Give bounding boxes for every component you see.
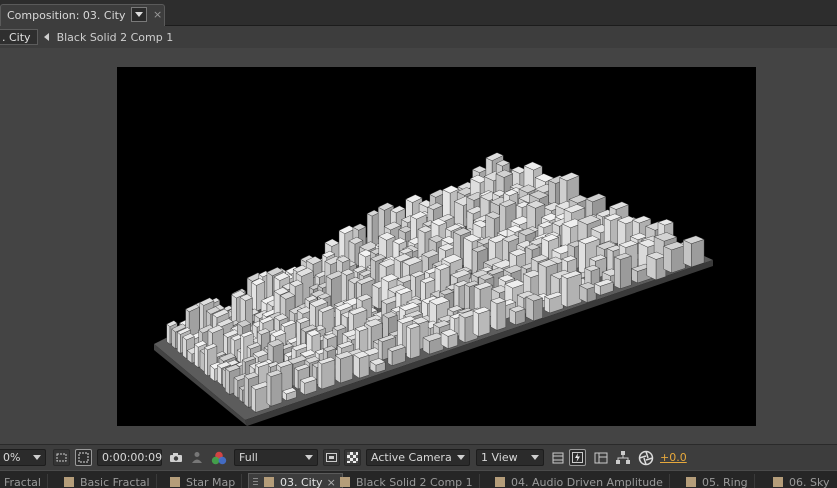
preview-region-icon	[326, 453, 337, 462]
composition-breadcrumb: . City Black Solid 2 Comp 1	[0, 26, 837, 48]
exposure-value[interactable]: +0.0	[660, 451, 687, 464]
comp-swatch-icon	[170, 477, 180, 487]
comp-tab-label: 04. Audio Driven Amplitude	[511, 475, 663, 488]
comp-tab-05-ring[interactable]: 05. Ring	[678, 474, 755, 488]
viewer-toolbar: 0% 0:00:00:09 Full Active Camera 1 View …	[0, 444, 837, 470]
checkerboard-icon	[347, 452, 358, 463]
comp-tab-label: 06. Sky	[789, 475, 830, 488]
comp-tab-label: Fractal	[4, 475, 41, 488]
comp-tab-label: Black Solid 2 Comp 1	[356, 475, 473, 488]
city-render-image	[154, 152, 713, 426]
comp-tab-label: 05. Ring	[702, 475, 748, 488]
comp-swatch-icon	[773, 477, 783, 487]
magnification-value: 0%	[3, 451, 21, 464]
fast-draft-button[interactable]	[569, 449, 586, 466]
composition-tabs-bar: Fractal Basic Fractal Star Map 03. City …	[0, 470, 837, 488]
panel-menu-button[interactable]	[131, 7, 147, 22]
breadcrumb-arrow-icon	[43, 33, 49, 41]
magnification-dropdown[interactable]: 0%	[0, 449, 46, 466]
camera-view-dropdown[interactable]: Active Camera	[366, 449, 470, 466]
toggle-pixel-aspect-button[interactable]	[549, 449, 566, 466]
composition-panel-title: Composition: 03. City	[7, 9, 126, 22]
timeline-icon	[594, 452, 607, 463]
breadcrumb-next-comp[interactable]: Black Solid 2 Comp 1	[57, 31, 174, 44]
comp-tab-label: Basic Fractal	[80, 475, 150, 488]
rgb-channels-icon	[211, 451, 226, 464]
composition-canvas[interactable]	[117, 67, 756, 426]
fast-previews-button[interactable]	[323, 449, 340, 466]
comp-tab-black-solid-2-comp-1[interactable]: Black Solid 2 Comp 1	[332, 474, 480, 488]
camera-view-value: Active Camera	[371, 451, 452, 464]
comp-swatch-icon	[264, 477, 274, 487]
grid-lines-icon	[552, 452, 563, 463]
resolution-value: Full	[239, 451, 258, 464]
region-of-interest-button[interactable]	[53, 449, 70, 466]
comp-tab-label: 03. City	[280, 475, 323, 488]
show-channel-button[interactable]	[210, 449, 227, 466]
chevron-down-icon	[33, 455, 41, 460]
close-panel-button[interactable]: ×	[153, 8, 162, 21]
comp-tab-03-city[interactable]: 03. City ×	[248, 473, 343, 488]
comp-tab-basic-fractal[interactable]: Basic Fractal	[56, 474, 157, 488]
view-layout-value: 1 View	[481, 451, 518, 464]
resolution-dropdown[interactable]: Full	[234, 449, 318, 466]
comp-tab-label: Star Map	[186, 475, 236, 488]
breadcrumb-current-comp[interactable]: . City	[0, 29, 38, 45]
current-time-field[interactable]: 0:00:00:09	[97, 449, 162, 466]
toggle-transparency-grid-button[interactable]	[344, 449, 361, 466]
comp-tab-star-map[interactable]: Star Map	[162, 474, 243, 488]
drag-grip-icon[interactable]	[253, 477, 258, 487]
panel-tab-bar: Composition: 03. City ×	[0, 0, 837, 26]
snapshot-button[interactable]	[167, 449, 184, 466]
comp-swatch-icon	[340, 477, 350, 487]
flowchart-icon	[615, 451, 630, 464]
comp-tab-04-audio-driven-amplitude[interactable]: 04. Audio Driven Amplitude	[487, 474, 670, 488]
comp-tab-fractal[interactable]: Fractal	[0, 474, 48, 488]
transparency-grid-button[interactable]	[75, 449, 92, 466]
comp-swatch-icon	[495, 477, 505, 487]
chevron-down-icon	[531, 455, 539, 460]
comp-swatch-icon	[64, 477, 74, 487]
safe-margins-icon	[78, 452, 89, 463]
reset-exposure-button[interactable]	[637, 449, 654, 466]
aperture-icon	[638, 450, 653, 465]
composition-viewer[interactable]	[0, 48, 837, 444]
chevron-down-icon	[457, 455, 465, 460]
composition-panel-tab[interactable]: Composition: 03. City ×	[0, 4, 165, 26]
chevron-down-icon	[135, 12, 143, 17]
chevron-down-icon	[305, 455, 313, 460]
comp-flowchart-button[interactable]	[614, 449, 631, 466]
show-snapshot-button[interactable]	[188, 449, 205, 466]
person-icon	[191, 452, 202, 463]
timeline-button[interactable]	[592, 449, 609, 466]
comp-swatch-icon	[686, 477, 696, 487]
region-of-interest-icon	[56, 453, 67, 462]
current-time-value: 0:00:00:09	[102, 451, 163, 464]
view-layout-dropdown[interactable]: 1 View	[476, 449, 544, 466]
comp-tab-06-sky[interactable]: 06. Sky	[765, 474, 835, 488]
camera-icon	[169, 453, 182, 462]
lightning-bolt-icon	[572, 452, 583, 463]
